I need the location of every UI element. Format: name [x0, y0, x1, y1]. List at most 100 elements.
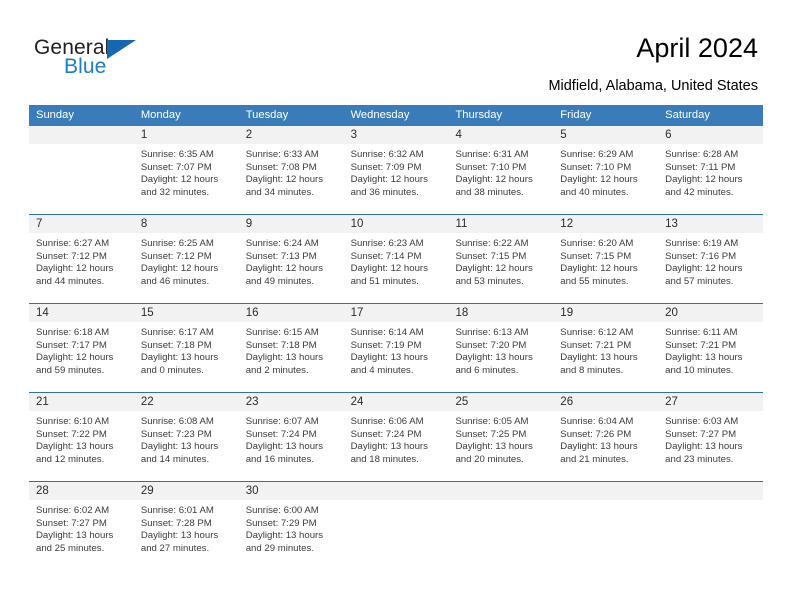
daylight-duration-line2: and 38 minutes. — [455, 186, 524, 198]
sunset-time: Sunset: 7:21 PM — [665, 339, 737, 351]
calendar-day-cell-empty — [658, 482, 764, 570]
sunset-time: Sunset: 7:14 PM — [350, 250, 422, 262]
calendar-day-cell[interactable]: 25 Sunrise: 6:05 AM Sunset: 7:25 PM Dayligh… — [448, 393, 554, 481]
daylight-duration-line2: and 6 minutes. — [455, 364, 519, 376]
weekday-header-friday: Friday — [560, 109, 592, 121]
day-number: 7 — [29, 215, 134, 233]
day-sun-info: Sunrise: 6:08 AM Sunset: 7:23 PM Daylight:… — [134, 411, 239, 466]
calendar-day-cell[interactable]: 3 Sunrise: 6:32 AM Sunset: 7:09 PM Daylight… — [343, 126, 449, 214]
general-blue-logo[interactable]: General Blue — [34, 37, 234, 85]
day-sun-info: Sunrise: 6:22 AM Sunset: 7:15 PM Daylight:… — [448, 233, 553, 288]
calendar-day-cell[interactable]: 23 Sunrise: 6:07 AM Sunset: 7:24 PM Dayligh… — [238, 393, 344, 481]
calendar-day-cell[interactable]: 16 Sunrise: 6:15 AM Sunset: 7:18 PM Dayligh… — [238, 304, 344, 392]
sunrise-time: Sunrise: 6:25 AM — [140, 238, 214, 249]
calendar-day-cell[interactable]: 10 Sunrise: 6:23 AM Sunset: 7:14 PM Dayligh… — [343, 215, 449, 303]
day-sun-info: Sunrise: 6:32 AM Sunset: 7:09 PM Daylight:… — [344, 144, 449, 199]
daylight-duration-line2: and 34 minutes. — [245, 186, 314, 198]
sunrise-time: Sunrise: 6:33 AM — [245, 149, 319, 160]
calendar-day-cell[interactable]: 18 Sunrise: 6:13 AM Sunset: 7:20 PM Dayligh… — [448, 304, 554, 392]
day-sun-info: Sunrise: 6:19 AM Sunset: 7:16 PM Daylight:… — [658, 233, 763, 288]
daylight-duration-line2: and 57 minutes. — [665, 275, 734, 287]
logo-text-blue: Blue — [64, 55, 107, 78]
calendar-day-cell[interactable]: 4 Sunrise: 6:31 AM Sunset: 7:10 PM Daylight… — [448, 126, 554, 214]
sunset-time: Sunset: 7:12 PM — [36, 250, 107, 262]
calendar-day-cell[interactable]: 29 Sunrise: 6:01 AM Sunset: 7:28 PM Dayligh… — [133, 482, 239, 570]
calendar-day-cell-empty — [448, 482, 554, 570]
sunrise-time: Sunrise: 6:28 AM — [665, 149, 739, 160]
calendar-day-cell[interactable]: 13 Sunrise: 6:19 AM Sunset: 7:16 PM Dayligh… — [658, 215, 764, 303]
day-sun-info: Sunrise: 6:04 AM Sunset: 7:26 PM Daylight:… — [553, 411, 658, 466]
sunset-time: Sunset: 7:29 PM — [245, 517, 317, 529]
calendar-day-cell[interactable]: 8 Sunrise: 6:25 AM Sunset: 7:12 PM Daylight… — [133, 215, 239, 303]
day-sun-info: Sunrise: 6:33 AM Sunset: 7:08 PM Daylight:… — [239, 144, 344, 199]
daylight-duration-line1: Daylight: 13 hours — [455, 352, 533, 364]
calendar-day-cell[interactable]: 17 Sunrise: 6:14 AM Sunset: 7:19 PM Dayligh… — [343, 304, 449, 392]
calendar-day-cell[interactable]: 2 Sunrise: 6:33 AM Sunset: 7:08 PM Daylight… — [238, 126, 344, 214]
calendar-week-row: 28 Sunrise: 6:02 AM Sunset: 7:27 PM Dayligh… — [29, 481, 764, 570]
calendar-week-row: 21 Sunrise: 6:10 AM Sunset: 7:22 PM Dayligh… — [29, 392, 764, 481]
daylight-duration-line1: Daylight: 12 hours — [560, 174, 638, 186]
sunrise-time: Sunrise: 6:03 AM — [665, 416, 739, 427]
sunrise-time: Sunrise: 6:24 AM — [245, 238, 319, 249]
calendar-day-cell[interactable]: 22 Sunrise: 6:08 AM Sunset: 7:23 PM Dayligh… — [133, 393, 239, 481]
calendar-day-cell[interactable]: 28 Sunrise: 6:02 AM Sunset: 7:27 PM Dayligh… — [29, 482, 134, 570]
calendar-day-cell[interactable]: 30 Sunrise: 6:00 AM Sunset: 7:29 PM Dayligh… — [238, 482, 344, 570]
sunrise-time: Sunrise: 6:22 AM — [455, 238, 529, 249]
triangle-icon — [107, 40, 136, 59]
daylight-duration-line1: Daylight: 12 hours — [455, 263, 533, 275]
daylight-duration-line2: and 14 minutes. — [140, 453, 210, 465]
day-number: 17 — [343, 304, 449, 322]
calendar-day-cell[interactable]: 19 Sunrise: 6:12 AM Sunset: 7:21 PM Dayligh… — [553, 304, 659, 392]
calendar-day-cell[interactable]: 14 Sunrise: 6:18 AM Sunset: 7:17 PM Dayligh… — [29, 304, 134, 392]
calendar-day-cell[interactable]: 20 Sunrise: 6:11 AM Sunset: 7:21 PM Dayligh… — [658, 304, 764, 392]
day-sun-info: Sunrise: 6:18 AM Sunset: 7:17 PM Daylight:… — [29, 322, 134, 377]
weekday-header-thursday: Thursday — [455, 109, 503, 121]
daylight-duration-line1: Daylight: 13 hours — [245, 352, 324, 364]
daylight-duration-line1: Daylight: 12 hours — [140, 174, 219, 186]
daylight-duration-line1: Daylight: 13 hours — [140, 352, 219, 364]
sunset-time: Sunset: 7:27 PM — [36, 517, 107, 529]
calendar-day-cell[interactable]: 11 Sunrise: 6:22 AM Sunset: 7:15 PM Dayligh… — [448, 215, 554, 303]
sunset-time: Sunset: 7:24 PM — [245, 428, 317, 440]
day-sun-info: Sunrise: 6:12 AM Sunset: 7:21 PM Daylight:… — [553, 322, 658, 377]
calendar-day-cell[interactable]: 21 Sunrise: 6:10 AM Sunset: 7:22 PM Dayligh… — [29, 393, 134, 481]
sunrise-time: Sunrise: 6:31 AM — [455, 149, 529, 160]
calendar-day-cell[interactable]: 12 Sunrise: 6:20 AM Sunset: 7:15 PM Dayligh… — [553, 215, 659, 303]
daylight-duration-line2: and 40 minutes. — [560, 186, 629, 198]
daylight-duration-line1: Daylight: 12 hours — [140, 263, 219, 275]
daylight-duration-line1: Daylight: 13 hours — [350, 352, 428, 364]
calendar-day-cell[interactable]: 27 Sunrise: 6:03 AM Sunset: 7:27 PM Dayligh… — [658, 393, 764, 481]
calendar-day-cell-empty — [553, 482, 659, 570]
daylight-duration-line2: and 23 minutes. — [665, 453, 734, 465]
sunset-time: Sunset: 7:23 PM — [140, 428, 212, 440]
calendar-day-cell[interactable]: 26 Sunrise: 6:04 AM Sunset: 7:26 PM Dayligh… — [553, 393, 659, 481]
calendar-day-cell[interactable]: 7 Sunrise: 6:27 AM Sunset: 7:12 PM Daylight… — [29, 215, 134, 303]
daylight-duration-line1: Daylight: 13 hours — [140, 530, 219, 542]
calendar-day-cell[interactable]: 5 Sunrise: 6:29 AM Sunset: 7:10 PM Daylight… — [553, 126, 659, 214]
daylight-duration-line2: and 51 minutes. — [350, 275, 419, 287]
daylight-duration-line2: and 59 minutes. — [36, 364, 105, 376]
sunset-time: Sunset: 7:18 PM — [245, 339, 317, 351]
daylight-duration-line2: and 0 minutes. — [140, 364, 204, 376]
weekday-header-sunday: Sunday — [36, 109, 74, 121]
daylight-duration-line1: Daylight: 12 hours — [245, 263, 324, 275]
calendar-day-cell[interactable]: 9 Sunrise: 6:24 AM Sunset: 7:13 PM Daylight… — [238, 215, 344, 303]
sunrise-time: Sunrise: 6:01 AM — [140, 505, 214, 516]
sunrise-time: Sunrise: 6:04 AM — [560, 416, 634, 427]
daylight-duration-line2: and 27 minutes. — [140, 542, 210, 554]
daylight-duration-line1: Daylight: 13 hours — [36, 530, 114, 542]
calendar-day-cell[interactable]: 6 Sunrise: 6:28 AM Sunset: 7:11 PM Daylight… — [658, 126, 764, 214]
day-number: 27 — [658, 393, 764, 411]
day-sun-info: Sunrise: 6:13 AM Sunset: 7:20 PM Daylight:… — [448, 322, 553, 377]
calendar-day-cell[interactable]: 1 Sunrise: 6:35 AM Sunset: 7:07 PM Daylight… — [133, 126, 239, 214]
daylight-duration-line1: Daylight: 13 hours — [665, 441, 743, 453]
calendar-day-cell[interactable]: 24 Sunrise: 6:06 AM Sunset: 7:24 PM Dayligh… — [343, 393, 449, 481]
day-number: 25 — [448, 393, 554, 411]
daylight-duration-line2: and 53 minutes. — [455, 275, 524, 287]
day-sun-info: Sunrise: 6:28 AM Sunset: 7:11 PM Daylight:… — [658, 144, 763, 199]
sunset-time: Sunset: 7:13 PM — [245, 250, 317, 262]
day-number: 28 — [29, 482, 134, 500]
sunrise-time: Sunrise: 6:11 AM — [665, 327, 738, 338]
calendar-day-cell[interactable]: 15 Sunrise: 6:17 AM Sunset: 7:18 PM Dayligh… — [133, 304, 239, 392]
day-number: 22 — [133, 393, 239, 411]
